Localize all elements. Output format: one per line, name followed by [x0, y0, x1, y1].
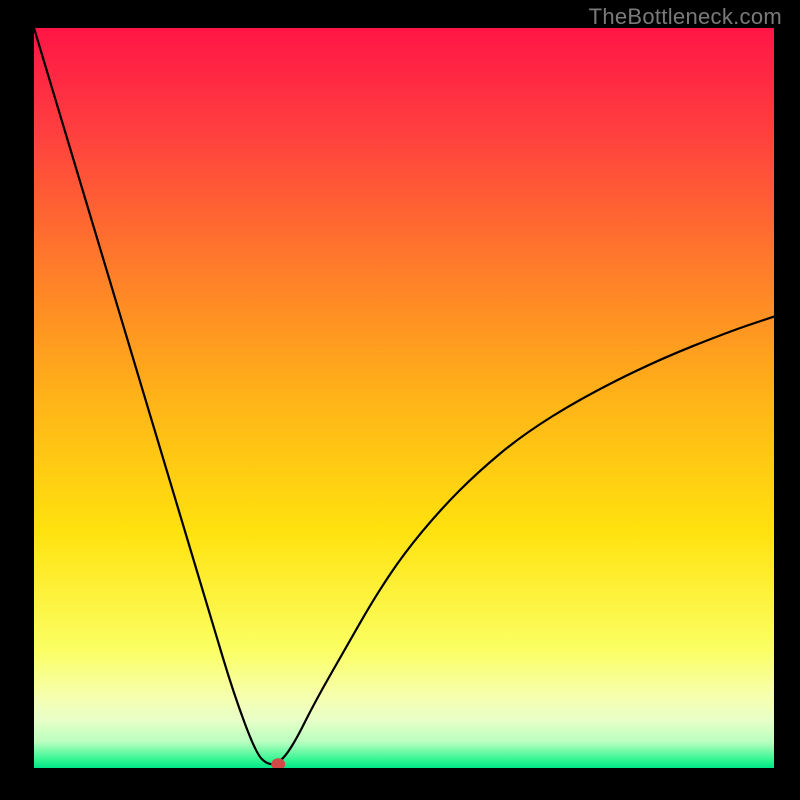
plot-area [34, 28, 774, 768]
plot-svg [34, 28, 774, 768]
chart-frame: TheBottleneck.com [0, 0, 800, 800]
watermark-text: TheBottleneck.com [589, 4, 782, 30]
